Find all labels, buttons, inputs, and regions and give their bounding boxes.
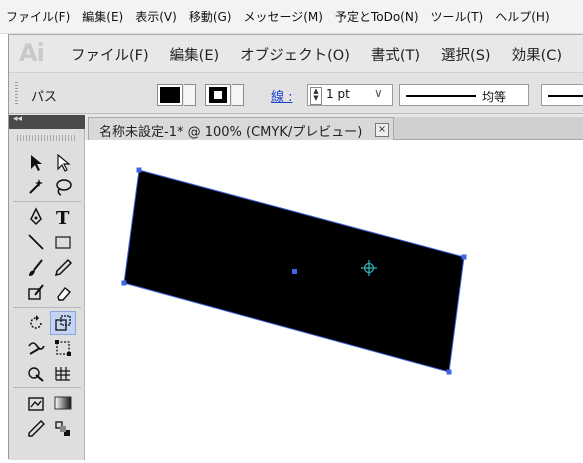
control-bar: パス 線 : ▲ ▼ 1 pt ∨ 均等 (9, 74, 583, 114)
anchor-point[interactable] (136, 167, 142, 173)
brush-definition-select[interactable] (541, 84, 583, 106)
shape-builder-tool-icon[interactable] (23, 361, 49, 385)
outer-menu-message[interactable]: メッセージ(M) (237, 8, 328, 25)
stroke-profile-select[interactable]: 均等 (399, 84, 529, 106)
fill-dropdown[interactable] (184, 84, 196, 106)
magic-wand-tool-icon[interactable] (23, 175, 49, 199)
fill-color (160, 87, 180, 103)
stroke-profile-label: 均等 (482, 90, 507, 104)
anchor-point[interactable] (446, 369, 452, 375)
outer-menu-help[interactable]: ヘルプ(H) (489, 8, 555, 25)
close-icon[interactable]: × (375, 123, 389, 137)
app-menu: ファイル(F) 編集(E) オブジェクト(O) 書式(T) 選択(S) 効果(C… (71, 35, 583, 73)
blend-tool-icon[interactable] (50, 417, 76, 441)
paintbrush-tool-icon[interactable] (23, 256, 49, 280)
app-menu-select[interactable]: 選択(S) (441, 44, 491, 65)
brush-line-preview (548, 95, 583, 97)
stroke-link[interactable]: 線 : (271, 86, 293, 105)
scale-tool-icon[interactable] (50, 311, 76, 335)
outer-menu-file[interactable]: ファイル(F) (0, 8, 76, 25)
direct-selection-tool-icon[interactable] (50, 151, 76, 175)
app-menu-object[interactable]: オブジェクト(O) (240, 44, 350, 65)
anchor-point[interactable] (121, 280, 127, 286)
perspective-grid-tool-icon[interactable] (50, 361, 76, 385)
pen-tool-icon[interactable] (23, 205, 49, 229)
stroke-weight-value[interactable]: 1 pt (326, 87, 350, 101)
document-tab[interactable]: 名称未設定-1* @ 100% (CMYK/プレビュー) × (88, 117, 394, 140)
chevron-down-icon[interactable]: ∨ (374, 86, 383, 100)
outer-menu-tasks[interactable]: 予定とToDo(N) (329, 8, 425, 25)
symbol-sprayer-tool-icon[interactable] (23, 391, 49, 415)
stroke-dropdown[interactable] (232, 84, 244, 106)
gradient-tool-icon[interactable] (50, 391, 76, 415)
document-tab-title[interactable]: 名称未設定-1* @ 100% (CMYK/プレビュー) (99, 121, 362, 140)
svg-text:T: T (56, 208, 70, 227)
app-menu-effect[interactable]: 効果(C) (512, 44, 562, 65)
outer-menu-tools[interactable]: ツール(T) (425, 8, 490, 25)
collapse-icon[interactable]: ◂◂ (13, 114, 22, 124)
rotate-tool-icon[interactable] (23, 311, 49, 335)
eraser-tool-icon[interactable] (50, 281, 76, 305)
stroke-color (209, 87, 227, 103)
line-tool-icon[interactable] (23, 230, 49, 254)
free-transform-tool-icon[interactable] (50, 336, 76, 360)
stroke-weight-stepper[interactable]: ▲ ▼ (310, 87, 322, 105)
outer-menu-go[interactable]: 移動(G) (183, 8, 238, 25)
rectangle-tool-icon[interactable] (50, 230, 76, 254)
lasso-tool-icon[interactable] (50, 175, 76, 199)
type-tool-icon[interactable]: T (50, 205, 76, 229)
stroke-swatch[interactable] (205, 84, 231, 106)
selection-type-label: パス (31, 90, 58, 105)
tools-divider (13, 201, 81, 202)
eyedropper-tool-icon[interactable] (23, 417, 49, 441)
fill-swatch[interactable] (157, 84, 183, 106)
app-logo: Ai (19, 39, 45, 67)
control-bar-grip[interactable] (15, 82, 18, 106)
warp-tool-icon[interactable] (23, 336, 49, 360)
anchor-point[interactable] (461, 254, 467, 260)
app-menu-edit[interactable]: 編集(E) (170, 44, 219, 65)
outer-menu-view[interactable]: 表示(V) (129, 8, 183, 25)
tools-divider (13, 387, 81, 388)
center-point (292, 269, 297, 274)
selection-tool-icon[interactable] (23, 151, 49, 175)
tab-strip (394, 117, 583, 140)
tools-panel-header[interactable]: ◂◂ (9, 114, 85, 129)
app-menubar: Ai ファイル(F) 編集(E) オブジェクト(O) 書式(T) 選択(S) 効… (9, 35, 583, 73)
outer-menubar: ファイル(F) 編集(E) 表示(V) 移動(G) メッセージ(M) 予定とTo… (0, 0, 583, 34)
blob-brush-tool-icon[interactable] (23, 281, 49, 305)
artwork-layer (121, 167, 467, 375)
tools-panel-grip[interactable] (17, 135, 77, 141)
profile-line-preview (406, 95, 476, 97)
app-menu-type[interactable]: 書式(T) (371, 44, 420, 65)
outer-menu-edit[interactable]: 編集(E) (76, 8, 129, 25)
tools-panel: ◂◂ T (9, 114, 85, 460)
stroke-weight-field[interactable]: ▲ ▼ 1 pt ∨ (307, 84, 393, 106)
app-menu-file[interactable]: ファイル(F) (71, 44, 149, 65)
artboard-canvas[interactable] (85, 140, 583, 459)
pencil-tool-icon[interactable] (50, 256, 76, 280)
tools-divider (13, 307, 81, 308)
